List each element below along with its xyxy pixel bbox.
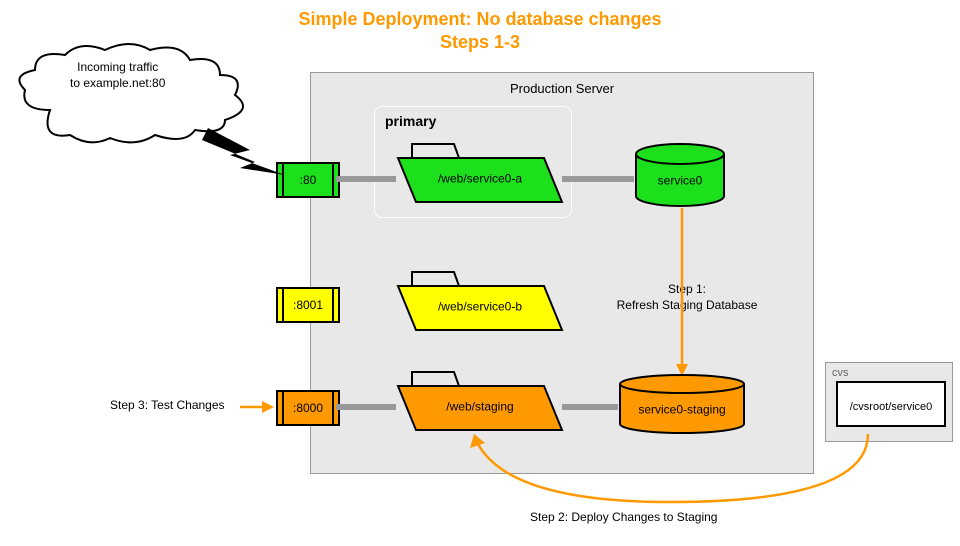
cvs-label: cvs <box>832 367 849 379</box>
connector-line <box>336 404 396 410</box>
folder-service0-a: /web/service0-a <box>394 132 566 213</box>
folder-staging-label: /web/staging <box>446 399 513 413</box>
folder-staging: /web/staging <box>394 360 566 441</box>
db-staging-label: service0-staging <box>638 402 725 416</box>
step3-arrow <box>240 400 276 414</box>
primary-label: primary <box>385 113 436 129</box>
production-server-label: Production Server <box>510 81 614 96</box>
cloud-text: Incoming traffic to example.net:80 <box>70 60 165 91</box>
connector-line <box>562 404 618 410</box>
cvs-repo: /cvsroot/service0 <box>836 387 946 427</box>
folder-icon <box>394 132 566 208</box>
folder-b-label: /web/service0-b <box>438 299 522 313</box>
lightning-icon <box>200 120 310 190</box>
port-8001-label: :8001 <box>293 298 323 312</box>
folder-a-label: /web/service0-a <box>438 171 522 185</box>
database-staging: service0-staging <box>616 374 748 441</box>
port-8001: :8001 <box>282 287 334 323</box>
port-8000-label: :8000 <box>293 401 323 415</box>
folder-icon <box>394 260 566 336</box>
database-service0: service0 <box>632 142 728 215</box>
cvs-path-label: /cvsroot/service0 <box>850 401 933 413</box>
connector-line <box>336 176 396 182</box>
db-main-label: service0 <box>658 173 703 187</box>
folder-service0-b: /web/service0-b <box>394 260 566 341</box>
cvs-box: cvs /cvsroot/service0 <box>825 362 953 442</box>
step2-label: Step 2: Deploy Changes to Staging <box>530 510 717 526</box>
step3-label: Step 3: Test Changes <box>110 398 225 414</box>
step1-arrow <box>676 208 688 376</box>
connector-line <box>562 176 634 182</box>
port-8000: :8000 <box>282 390 334 426</box>
folder-icon <box>394 360 566 436</box>
